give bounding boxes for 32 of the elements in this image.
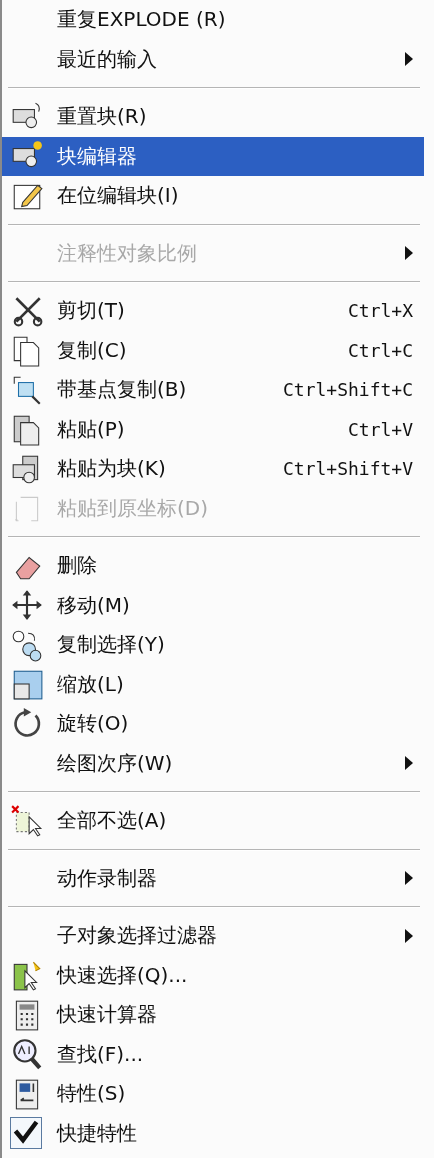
menu-item[interactable]: 粘贴为块(K) Ctrl+Shift+V — [2, 449, 430, 489]
menu-item[interactable]: 全部不选(A) — [2, 801, 430, 841]
menu-item[interactable]: 块编辑器 — [2, 136, 424, 176]
magnifier-icon — [10, 1037, 44, 1072]
shortcut-label: Ctrl+V — [347, 418, 413, 440]
menu-item[interactable]: 最近的输入 — [2, 39, 430, 79]
menu-item[interactable]: 重复EXPLODE (R) — [2, 0, 430, 40]
menu-item[interactable]: 快速选择(Q)... — [2, 955, 430, 995]
menu-item[interactable]: 快捷特性 — [2, 1113, 430, 1153]
checkbox[interactable] — [10, 1117, 42, 1150]
shortcut-label: Ctrl+Shift+V — [282, 458, 413, 480]
menu-item[interactable]: 查找(F)... — [2, 1034, 430, 1074]
menu-item[interactable]: 快速计算器 — [2, 995, 430, 1035]
menu-item[interactable]: 复制选择(Y) — [2, 625, 430, 665]
menu-item[interactable]: 删除 — [2, 546, 430, 586]
menu-item[interactable]: 移动(M) — [2, 585, 430, 625]
menu-item[interactable]: 旋转(O) — [2, 704, 430, 744]
menu-item[interactable]: 粘贴(P) Ctrl+V — [2, 409, 430, 449]
shortcut-label: Ctrl+X — [347, 300, 413, 322]
menu-item[interactable]: 重置块(R) — [2, 97, 430, 137]
shortcut-label: Ctrl+Shift+C — [282, 379, 413, 401]
menu-item[interactable]: 复制(C) Ctrl+C — [2, 330, 430, 370]
menu-item[interactable]: 在位编辑块(I) — [2, 176, 430, 216]
menu-item[interactable]: 带基点复制(B) Ctrl+Shift+C — [2, 370, 430, 410]
menu-item[interactable]: 缩放(L) — [2, 664, 430, 704]
shortcut-label: Ctrl+C — [347, 339, 413, 361]
deselect-icon — [10, 803, 44, 838]
menu-item[interactable]: 特性(S) — [2, 1074, 430, 1114]
menu-item[interactable]: 子对象选择过滤器 — [2, 916, 430, 956]
menu-item[interactable]: 绘图次序(W) — [2, 743, 430, 783]
menu-item[interactable]: 剪切(T) Ctrl+X — [2, 291, 430, 331]
menu-item[interactable]: 动作录制器 — [2, 858, 430, 898]
